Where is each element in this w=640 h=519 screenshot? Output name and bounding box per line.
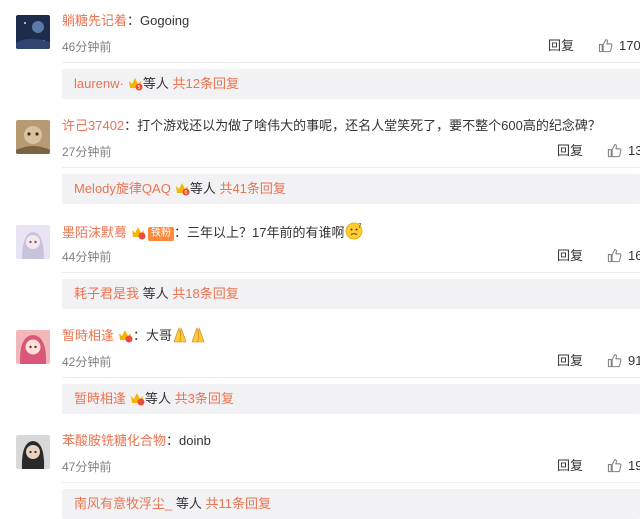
thumbs-up-icon (607, 354, 622, 368)
folded-hands-icon (172, 327, 208, 348)
comment-item: 暂時相逢 ：大哥 42分钟前 回复 91 暂時相逢 等人 共3条回复 (0, 315, 640, 420)
comment-username[interactable]: 苯酸胺铣糖化合物 (62, 433, 166, 448)
colon: ： (166, 433, 180, 448)
avatar[interactable] (16, 15, 50, 49)
sub-reply-user[interactable]: laurenw· (74, 76, 124, 91)
sub-reply-total[interactable]: 共12条回复 (173, 76, 239, 91)
sub-reply-summary[interactable]: Melody旋律QAQ 6 等人 共41条回复 (62, 174, 640, 204)
avatar[interactable] (16, 225, 50, 259)
sub-reply-total[interactable]: 共11条回复 (206, 496, 272, 511)
sub-reply-summary[interactable]: 南风有意牧浮尘_ 等人 共11条回复 (62, 489, 640, 519)
colon: ： (174, 225, 188, 240)
divider (62, 377, 640, 378)
comment-time: 44分钟前 (62, 250, 112, 264)
weibo-vip-crown-icon (130, 225, 146, 245)
svg-text:?: ? (358, 222, 362, 230)
svg-text:6: 6 (184, 190, 187, 196)
comment-text: 打个游戏还以为做了啥伟大的事呢，还名人堂笑死了，要不整个600高的纪念碑？ (137, 118, 601, 133)
fan-badge: 铁粉 (148, 227, 175, 241)
comment-username[interactable]: 墨陌沫默蓦 (62, 225, 127, 240)
avatar[interactable] (16, 435, 50, 469)
thinking-face-icon: ? (345, 222, 363, 245)
weibo-vip-crown-icon: 5 (127, 72, 143, 102)
comment-item: 墨陌沫默蓦 铁粉 ：三年以上？17年前的有谁啊? 44分钟前 回复 16 耗子君是我… (0, 210, 640, 315)
like-count: 170 (619, 38, 640, 53)
like-count: 91 (628, 353, 640, 368)
colon: ： (133, 328, 147, 343)
sub-reply-suffix: 等人 (189, 181, 216, 196)
like-count: 13 (628, 143, 640, 158)
thumbs-up-icon (598, 39, 613, 53)
sub-reply-suffix: 等人 (145, 391, 172, 406)
avatar[interactable] (16, 120, 50, 154)
sub-reply-suffix: 等人 (175, 496, 202, 511)
reply-button[interactable]: 回复 (557, 247, 583, 265)
comment-text: doinb (179, 433, 211, 448)
sub-reply-user[interactable]: 暂時相逢 (74, 391, 126, 406)
sub-reply-summary[interactable]: laurenw· 5 等人 共12条回复 (62, 69, 640, 99)
colon: ： (127, 13, 141, 28)
comment-text: 大哥 (146, 328, 173, 343)
comment-item: 躺糖先记着：Gogoing 46分钟前 回复 170 laurenw· 5 等人 共… (0, 0, 640, 105)
sub-reply-summary[interactable]: 暂時相逢 等人 共3条回复 (62, 384, 640, 414)
like-button[interactable]: 13 (607, 142, 640, 160)
divider (62, 167, 640, 168)
thumbs-up-icon (607, 249, 622, 263)
comment-username[interactable]: 暂時相逢 (62, 328, 114, 343)
reply-button[interactable]: 回复 (557, 142, 583, 160)
comment-item: 许己37402：打个游戏还以为做了啥伟大的事呢，还名人堂笑死了，要不整个600高… (0, 105, 640, 210)
like-button[interactable]: 19 (607, 457, 640, 475)
comment-time: 47分钟前 (62, 460, 112, 474)
sub-reply-total[interactable]: 共18条回复 (172, 286, 238, 301)
sub-reply-total[interactable]: 共3条回复 (175, 391, 234, 406)
colon: ： (124, 118, 138, 133)
comment-text: 三年以上？17年前的有谁啊 (187, 225, 345, 240)
avatar[interactable] (16, 330, 50, 364)
thumbs-up-icon (607, 459, 622, 473)
divider (62, 272, 640, 273)
comment-time: 27分钟前 (62, 145, 112, 159)
like-button[interactable]: 16 (607, 247, 640, 265)
sub-reply-user[interactable]: 耗子君是我 (74, 286, 139, 301)
comment-text: Gogoing (140, 13, 190, 28)
like-button[interactable]: 170 (598, 37, 640, 55)
thumbs-up-icon (607, 144, 622, 158)
comment-time: 42分钟前 (62, 355, 112, 369)
like-button[interactable]: 91 (607, 352, 640, 370)
svg-text:5: 5 (137, 85, 140, 91)
sub-reply-user[interactable]: Melody旋律QAQ (74, 181, 171, 196)
comment-time: 46分钟前 (62, 40, 112, 54)
sub-reply-suffix: 等人 (142, 76, 169, 91)
divider (62, 482, 640, 483)
sub-reply-suffix: 等人 (142, 286, 169, 301)
comment-item: 苯酸胺铣糖化合物：doinb 47分钟前 回复 19 南风有意牧浮尘_ 等人 共… (0, 420, 640, 519)
sub-reply-summary[interactable]: 耗子君是我 等人 共18条回复 (62, 279, 640, 309)
sub-reply-total[interactable]: 共41条回复 (219, 181, 285, 196)
comment-username[interactable]: 躺糖先记着 (62, 13, 127, 28)
sub-reply-user[interactable]: 南风有意牧浮尘_ (74, 496, 172, 511)
reply-button[interactable]: 回复 (557, 352, 583, 370)
weibo-vip-crown-icon: 6 (174, 177, 190, 207)
comment-username[interactable]: 许己37402 (62, 118, 124, 133)
like-count: 19 (628, 458, 640, 473)
reply-button[interactable]: 回复 (548, 37, 574, 55)
divider (62, 62, 640, 63)
weibo-vip-crown-icon (117, 328, 133, 348)
weibo-vip-crown-icon (129, 387, 145, 417)
reply-button[interactable]: 回复 (557, 457, 583, 475)
like-count: 16 (628, 248, 640, 263)
